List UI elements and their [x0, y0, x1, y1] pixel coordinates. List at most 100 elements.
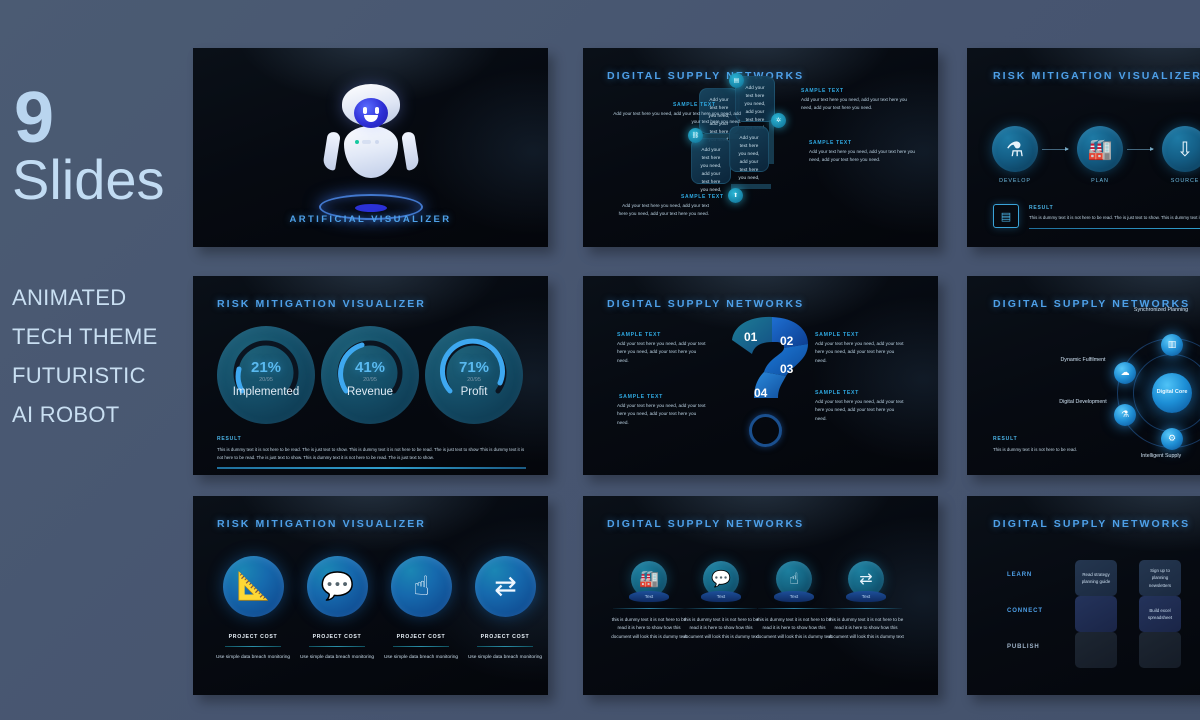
feature-tag: FUTURISTIC: [12, 363, 146, 389]
flow-callout-label: SAMPLE TEXT: [681, 194, 724, 200]
touch-shapes-icon: ☝: [391, 556, 452, 617]
sphere-base: Text: [629, 591, 669, 602]
item-divider: [758, 608, 830, 609]
feature-tag: ANIMATED: [12, 285, 127, 310]
chain-arrow-icon: [1042, 147, 1069, 151]
gauge-percent: 41%: [354, 359, 386, 376]
headset-chat-icon: 💬: [307, 556, 368, 617]
robot-body: [343, 126, 398, 178]
hub-node-label: Dynamic Fulfilment: [1060, 357, 1106, 363]
slide-thumbnail-9[interactable]: DIGITAL SUPPLY NETWORKS LEARN CONNECT PU…: [967, 496, 1200, 695]
robot-eye-left-icon: [362, 107, 367, 114]
slide-thumbnail-7[interactable]: RISK MITIGATION VISUALIZER 📐 💬 ☝ ⇄ PROJE…: [193, 496, 548, 695]
chain-arrow-icon: [1127, 147, 1154, 151]
item-body: this is dummy text it is not here to be …: [828, 617, 904, 639]
item-body: Use simple data breach monitoring: [215, 655, 291, 660]
gauge-percent: 71%: [458, 359, 490, 376]
hub-node-label: Digital Development: [1059, 399, 1107, 405]
item-heading: PROJECT COST: [480, 634, 530, 640]
gauge-name: Profit: [460, 386, 488, 398]
slide-thumbnail-3[interactable]: RISK MITIGATION VISUALIZER ⚗ 🏭 ⇩ ☝ ✈ DEV…: [967, 48, 1200, 247]
result-body: This is dummy text it is not here to be …: [217, 447, 525, 460]
link-icon: ⛓: [688, 128, 703, 143]
slide-9-title: DIGITAL SUPPLY NETWORKS: [993, 518, 1191, 530]
callout-label: SAMPLE TEXT: [619, 394, 664, 400]
cloud-icon: ☁: [1114, 362, 1136, 384]
matrix-cell[interactable]: [1139, 632, 1181, 668]
item-heading: PROJECT COST: [396, 634, 446, 640]
sphere-base: Text: [701, 591, 741, 602]
result-underline: [217, 467, 526, 469]
robot-arm-right: [400, 131, 420, 171]
slide-count: 9: [14, 78, 54, 158]
flow-box: Add your text here you need, add your te…: [691, 138, 731, 192]
slide-8-title: DIGITAL SUPPLY NETWORKS: [607, 518, 805, 530]
flow-box: Add your text here you need, add your te…: [729, 126, 769, 180]
item-divider: [613, 608, 685, 609]
step-label: PLAN: [1091, 178, 1109, 184]
callout-label: SAMPLE TEXT: [617, 332, 662, 338]
sphere-base: Text: [774, 591, 814, 602]
matrix-cell[interactable]: [1075, 632, 1117, 668]
item-divider: [393, 646, 449, 648]
matrix-cell[interactable]: Build excel spreadsheet: [1139, 596, 1181, 632]
robot-visor: [353, 98, 388, 128]
puzzle-piece-number: 01: [744, 330, 758, 344]
item-heading: PROJECT COST: [312, 634, 362, 640]
slide-count-label: Slides: [12, 148, 165, 211]
item-body: this is dummy text it is not here to be …: [611, 617, 687, 639]
gauge-subvalue: 20/95: [363, 377, 377, 383]
laptop-money-icon: ▤: [993, 204, 1019, 228]
step-label: DEVELOP: [999, 178, 1031, 184]
gauge-implemented: 21% 20/95 Implemented: [217, 326, 315, 424]
robot-illustration: [311, 76, 431, 226]
flask-icon: ⚗: [1114, 404, 1136, 426]
slide-thumbnail-5[interactable]: DIGITAL SUPPLY NETWORKS 01 02 03 04 SAMP…: [583, 276, 938, 475]
matrix-cell[interactable]: [1075, 596, 1117, 632]
flow-callout-body: Add your text here you need, add your te…: [809, 149, 915, 163]
item-body: Use simple data breach monitoring: [383, 655, 459, 660]
download-box-icon: ⇩: [1162, 126, 1200, 172]
database-icon: ▤: [729, 73, 744, 88]
slide-thumbnail-8[interactable]: DIGITAL SUPPLY NETWORKS 🏭 Text this is d…: [583, 496, 938, 695]
puzzle-piece-number: 03: [780, 362, 794, 376]
item-body: this is dummy text it is not here to be …: [756, 617, 832, 639]
item-body: Use simple data breach monitoring: [299, 655, 375, 660]
matrix-cell[interactable]: Sign up to planning newsletters: [1139, 560, 1181, 596]
callout-body: Add your text here you need, add your te…: [815, 341, 904, 363]
slide-thumbnail-6[interactable]: DIGITAL SUPPLY NETWORKS Digital Core ▥ S…: [967, 276, 1200, 475]
robot-smile-icon: [363, 115, 378, 122]
result-underline: [1029, 228, 1200, 230]
matrix-cell[interactable]: Read strategy planning guide: [1075, 560, 1117, 596]
item-divider: [685, 608, 757, 609]
slide-thumbnail-1[interactable]: ARTIFICIAL VISUALIZER: [193, 48, 548, 247]
callout-body: Add your text here you need, add your te…: [815, 399, 904, 421]
gauge-subvalue: 20/95: [467, 377, 481, 383]
slide-thumbnail-4[interactable]: RISK MITIGATION VISUALIZER 21% 20/95 Imp…: [193, 276, 548, 475]
flow-callout-body: Add your text here you need, add your te…: [801, 97, 907, 111]
gauge-subvalue: 20/95: [259, 377, 273, 383]
hub-node-label: Synchronized Planning: [1133, 307, 1189, 313]
robot-status-dot-icon: [354, 140, 359, 144]
slide-1-caption: ARTIFICIAL VISUALIZER: [289, 214, 452, 225]
result-block: RESULT This is dummy text it is not here…: [217, 436, 526, 469]
robot-arm-left: [321, 131, 341, 171]
item-divider: [225, 646, 281, 648]
feature-tag: AI ROBOT: [12, 402, 120, 428]
puzzle-dot-ring: [749, 414, 782, 447]
item-divider: [477, 646, 533, 648]
hub-core-label: Digital Core: [1156, 389, 1188, 396]
item-divider: [309, 646, 365, 648]
callout-label: SAMPLE TEXT: [815, 332, 860, 338]
puzzle-piece-number: 02: [780, 334, 794, 348]
flow-callout-body: Add your text here you need, add your te…: [613, 111, 741, 125]
flask-icon: ⚗: [992, 126, 1038, 172]
matrix-row-label-publish: PUBLISH: [1007, 644, 1040, 650]
result-block: RESULT This is dummy text it is not here…: [993, 436, 1193, 453]
chart-icon: ▥: [1161, 334, 1183, 356]
item-body: this is dummy text it is not here to be …: [683, 617, 759, 639]
slide-thumbnail-2[interactable]: DIGITAL SUPPLY NETWORKS Add your text he…: [583, 48, 938, 247]
result-heading: RESULT: [217, 436, 242, 442]
staircase-flow-diagram: Add your text here you need, add your te…: [583, 48, 938, 247]
feature-tag: TECH THEME: [12, 324, 158, 350]
